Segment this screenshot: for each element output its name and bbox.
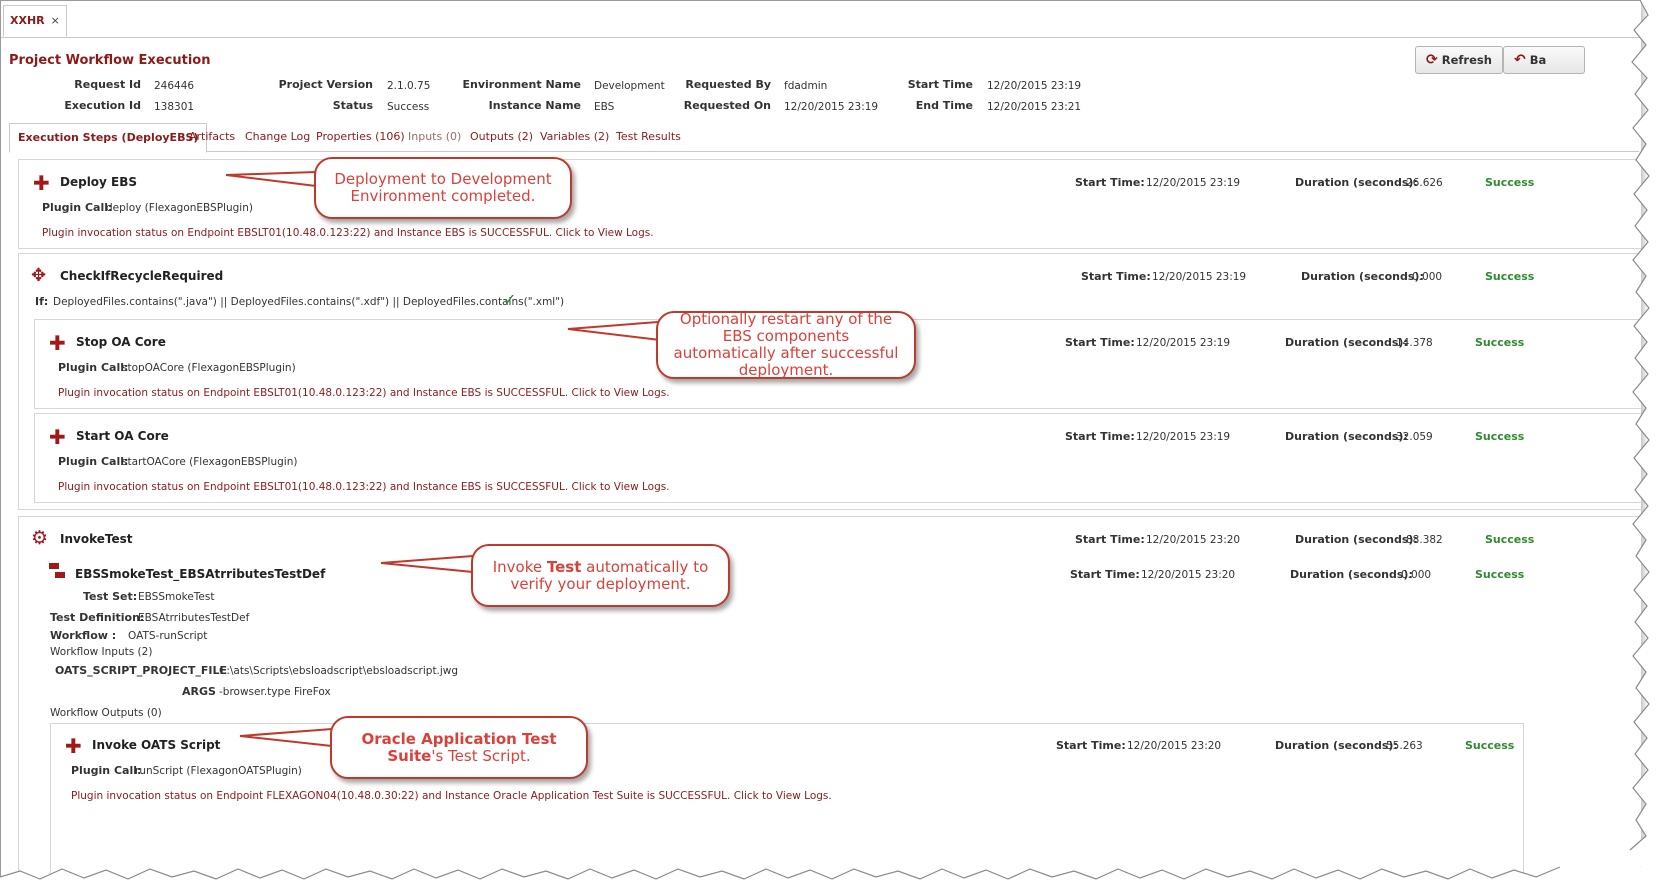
callout-text: Invoke Test automatically to verify your… xyxy=(485,557,716,593)
callout-oats: Oracle Application Test Suite's Test Scr… xyxy=(330,716,588,779)
callout-text-post: 's Test Script. xyxy=(431,746,531,765)
callout-text-pre: Invoke xyxy=(492,557,547,576)
callout-deployment-complete: Deployment to Development Environment co… xyxy=(314,157,572,219)
callout-text-bold: Test xyxy=(546,557,582,576)
callout-text: Oracle Application Test Suite's Test Scr… xyxy=(344,730,574,765)
torn-right-edge xyxy=(1629,0,1660,893)
callout-restart: Optionally restart any of the EBS compon… xyxy=(656,311,916,379)
torn-bottom-edge xyxy=(0,866,1660,893)
callout-text: Deployment to Development Environment co… xyxy=(334,170,552,205)
callout-text: Optionally restart any of the EBS compon… xyxy=(673,310,899,379)
callout-invoke-test: Invoke Test automatically to verify your… xyxy=(471,544,730,607)
callout-pointers xyxy=(225,170,662,748)
